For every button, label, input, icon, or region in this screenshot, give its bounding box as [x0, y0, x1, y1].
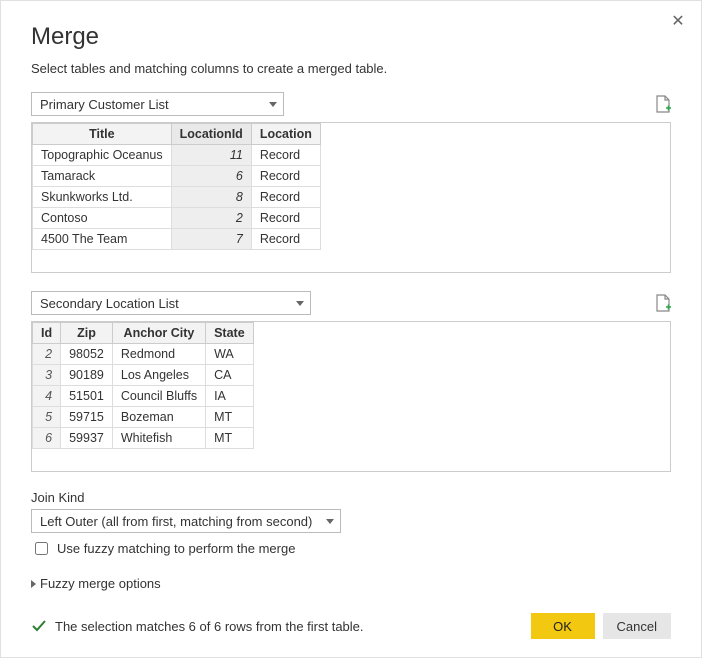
column-header[interactable]: State — [206, 323, 254, 344]
column-header[interactable]: Title — [33, 124, 172, 145]
table-cell: 7 — [171, 229, 251, 250]
table-row[interactable]: Tamarack6Record — [33, 166, 321, 187]
table-row[interactable]: 659937WhitefishMT — [33, 428, 254, 449]
fuzzy-options-label: Fuzzy merge options — [40, 576, 161, 591]
table-row[interactable]: 4500 The Team7Record — [33, 229, 321, 250]
table-row[interactable]: Topographic Oceanus11Record — [33, 145, 321, 166]
dialog-title: Merge — [31, 23, 671, 51]
fuzzy-options-expander[interactable]: Fuzzy merge options — [31, 576, 671, 591]
table-cell: 4 — [33, 386, 61, 407]
table-cell: Record — [251, 187, 320, 208]
table-cell: Redmond — [112, 344, 205, 365]
table-cell: Council Bluffs — [112, 386, 205, 407]
table-cell: 2 — [33, 344, 61, 365]
column-header[interactable]: Zip — [61, 323, 113, 344]
secondary-table-select-value: Secondary Location List — [40, 296, 179, 311]
table-cell: 59715 — [61, 407, 113, 428]
table-cell: Record — [251, 229, 320, 250]
table-cell: 2 — [171, 208, 251, 229]
table-cell: Bozeman — [112, 407, 205, 428]
column-header[interactable]: LocationId — [171, 124, 251, 145]
table-cell: 11 — [171, 145, 251, 166]
table-cell: Record — [251, 166, 320, 187]
table-cell: 3 — [33, 365, 61, 386]
table-cell: 90189 — [61, 365, 113, 386]
ok-button[interactable]: OK — [531, 613, 595, 639]
primary-table-grid[interactable]: TitleLocationIdLocationTopographic Ocean… — [32, 123, 321, 250]
dialog-subtitle: Select tables and matching columns to cr… — [31, 61, 671, 76]
table-cell: Whitefish — [112, 428, 205, 449]
column-header[interactable]: Anchor City — [112, 323, 205, 344]
table-row[interactable]: 298052RedmondWA — [33, 344, 254, 365]
table-cell: IA — [206, 386, 254, 407]
secondary-table-grid[interactable]: IdZipAnchor CityState298052RedmondWA3901… — [32, 322, 254, 449]
table-row[interactable]: 451501Council BluffsIA — [33, 386, 254, 407]
table-cell: CA — [206, 365, 254, 386]
primary-table-select-value: Primary Customer List — [40, 97, 169, 112]
join-kind-label: Join Kind — [31, 490, 671, 505]
column-header[interactable]: Location — [251, 124, 320, 145]
check-icon — [31, 618, 47, 634]
table-cell: Contoso — [33, 208, 172, 229]
status-text: The selection matches 6 of 6 rows from t… — [55, 619, 364, 634]
cancel-button[interactable]: Cancel — [603, 613, 671, 639]
table-row[interactable]: Contoso2Record — [33, 208, 321, 229]
secondary-table-select[interactable]: Secondary Location List — [31, 291, 311, 315]
secondary-table-preview: IdZipAnchor CityState298052RedmondWA3901… — [31, 321, 671, 472]
table-cell: 8 — [171, 187, 251, 208]
secondary-table-section: Secondary Location List IdZipAnchor City… — [31, 291, 671, 472]
expand-table-icon[interactable] — [655, 294, 671, 312]
table-cell: Record — [251, 145, 320, 166]
table-cell: 59937 — [61, 428, 113, 449]
table-cell: MT — [206, 428, 254, 449]
table-cell: MT — [206, 407, 254, 428]
table-cell: 5 — [33, 407, 61, 428]
table-cell: 6 — [171, 166, 251, 187]
join-kind-value: Left Outer (all from first, matching fro… — [40, 514, 312, 529]
primary-table-preview: TitleLocationIdLocationTopographic Ocean… — [31, 122, 671, 273]
chevron-right-icon — [31, 580, 36, 588]
table-cell: Los Angeles — [112, 365, 205, 386]
join-kind-select[interactable]: Left Outer (all from first, matching fro… — [31, 509, 341, 533]
chevron-down-icon — [296, 301, 304, 306]
table-row[interactable]: 559715BozemanMT — [33, 407, 254, 428]
table-row[interactable]: 390189Los AngelesCA — [33, 365, 254, 386]
primary-table-section: Primary Customer List TitleLocationIdLoc… — [31, 92, 671, 273]
fuzzy-matching-label: Use fuzzy matching to perform the merge — [57, 541, 295, 556]
table-cell: Topographic Oceanus — [33, 145, 172, 166]
table-cell: 6 — [33, 428, 61, 449]
table-cell: Skunkworks Ltd. — [33, 187, 172, 208]
table-row[interactable]: Skunkworks Ltd.8Record — [33, 187, 321, 208]
table-cell: Tamarack — [33, 166, 172, 187]
chevron-down-icon — [269, 102, 277, 107]
table-cell: WA — [206, 344, 254, 365]
table-cell: 51501 — [61, 386, 113, 407]
close-button[interactable]: ✕ — [669, 13, 687, 31]
table-cell: Record — [251, 208, 320, 229]
table-cell: 4500 The Team — [33, 229, 172, 250]
primary-table-select[interactable]: Primary Customer List — [31, 92, 284, 116]
chevron-down-icon — [326, 519, 334, 524]
table-cell: 98052 — [61, 344, 113, 365]
column-header[interactable]: Id — [33, 323, 61, 344]
fuzzy-matching-checkbox[interactable] — [35, 542, 48, 555]
expand-table-icon[interactable] — [655, 95, 671, 113]
